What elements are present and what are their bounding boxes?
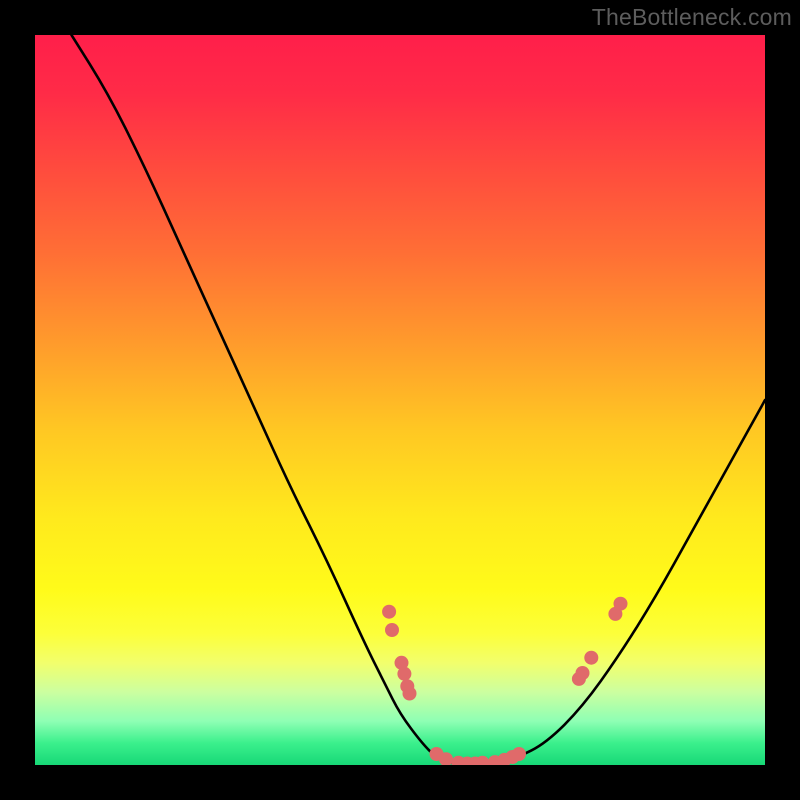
plot-area [35, 35, 765, 765]
watermark-text: TheBottleneck.com [592, 4, 792, 31]
curve-marker [403, 687, 417, 701]
chart-svg [35, 35, 765, 765]
curve-marker [397, 667, 411, 681]
curve-marker [576, 666, 590, 680]
curve-marker [614, 597, 628, 611]
curve-marker [385, 623, 399, 637]
chart-frame: TheBottleneck.com [0, 0, 800, 800]
curve-marker [512, 747, 526, 761]
curve-marker [584, 651, 598, 665]
curve-marker [382, 605, 396, 619]
bottleneck-curve-line [72, 35, 766, 765]
